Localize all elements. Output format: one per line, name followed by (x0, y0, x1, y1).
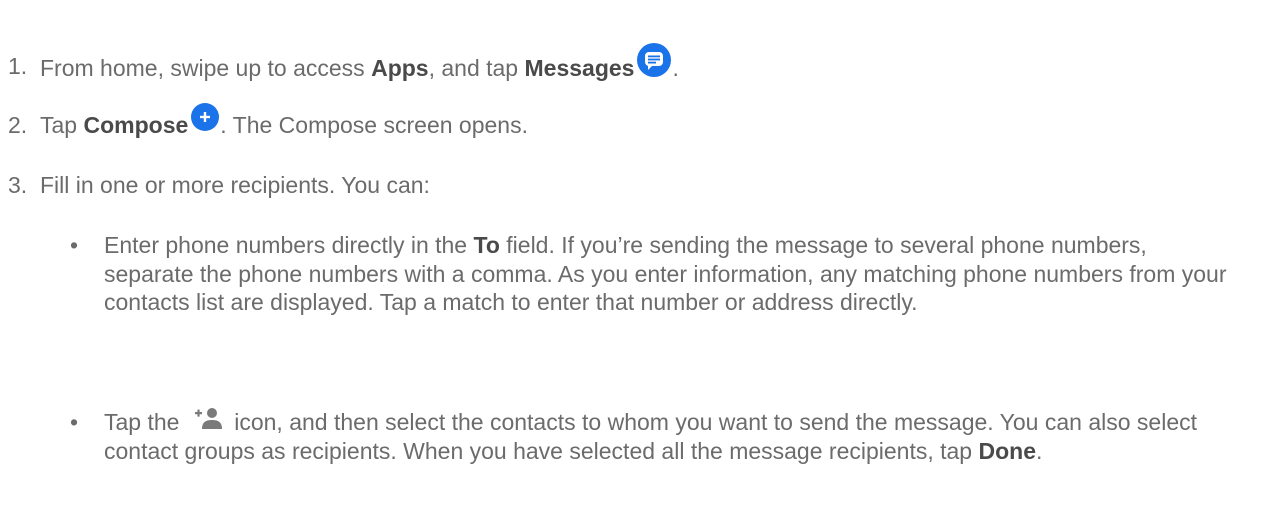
done-label: Done (978, 437, 1036, 464)
step-number: 1. (8, 53, 28, 79)
messages-app-icon (636, 42, 672, 78)
text-run: . (672, 55, 679, 82)
text-run: . The Compose screen opens. (220, 112, 528, 138)
bullet-text: Tap the icon, and then select the contac… (104, 407, 1234, 465)
text-run: . (1035, 437, 1043, 464)
instructions-document: 1. From home, swipe up to access Apps, a… (0, 0, 1261, 508)
add-person-icon (194, 407, 222, 429)
text-run: Enter phone numbers directly in the (104, 232, 474, 258)
bullet-dot: • (70, 232, 79, 258)
step-number: 2. (8, 112, 28, 138)
step-text: Fill in one or more recipients. You can: (40, 172, 430, 198)
text-run: Tap (40, 112, 84, 138)
compose-label: Compose (83, 112, 189, 138)
bullet-text: Enter phone numbers directly in the To f… (104, 231, 1234, 317)
compose-plus-icon (190, 102, 220, 132)
bullet-dot: • (70, 409, 79, 435)
text-run: Tap the (104, 409, 186, 435)
apps-label: Apps (371, 55, 429, 82)
text-run: , and tap (428, 55, 525, 82)
messages-label: Messages (524, 55, 635, 82)
to-field-label: To (473, 232, 500, 258)
step-text: From home, swipe up to access Apps, and … (40, 43, 679, 88)
text-run: From home, swipe up to access (40, 55, 372, 82)
step-number: 3. (8, 172, 28, 198)
step-text: Tap Compose . The Compose screen opens. (40, 102, 528, 142)
